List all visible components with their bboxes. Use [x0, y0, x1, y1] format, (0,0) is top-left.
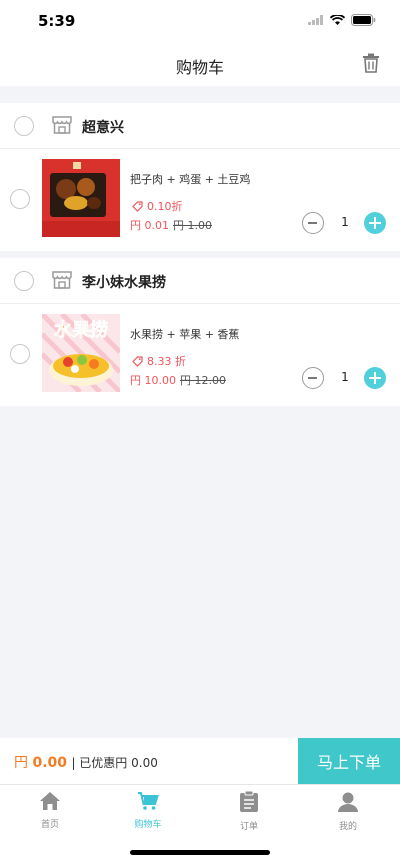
page-title: 购物车	[175, 58, 224, 77]
discount-badge: 0.10折	[132, 198, 183, 214]
shop-card: 超意兴 把子肉 + 鸡蛋 + 土豆鸡 0.10折 円 0.01 円 1.00 1	[0, 103, 400, 251]
signal-icon	[308, 15, 323, 25]
quantity-value: 1	[341, 370, 349, 384]
tab-label: 首页	[40, 820, 59, 830]
shop-select-radio[interactable]	[14, 116, 34, 136]
product-image-text: 水果捞	[54, 319, 108, 341]
order-icon	[240, 790, 258, 812]
item-title: 把子肉 + 鸡蛋 + 土豆鸡	[130, 173, 251, 186]
increase-quantity-button[interactable]	[364, 367, 386, 389]
place-order-button[interactable]: 马上下单	[298, 738, 400, 784]
shop-card: 李小妹水果捞 水果捞 水果捞 + 苹果 + 香蕉 8.33 折 円 10.00 …	[0, 258, 400, 406]
trash-icon[interactable]	[362, 53, 380, 73]
shop-name: 超意兴	[82, 120, 124, 136]
item-select-radio[interactable]	[10, 189, 30, 209]
tab-label: 购物车	[134, 820, 162, 830]
nav-bar: 购物车	[0, 44, 400, 86]
store-icon	[52, 271, 72, 289]
shop-header: 李小妹水果捞	[0, 258, 400, 304]
product-image[interactable]: 水果捞	[42, 314, 120, 392]
current-price: 円 10.00	[130, 374, 176, 387]
product-image[interactable]	[42, 159, 120, 237]
phone-screen: 5:39 购物车 超意兴 把子肉 + 鸡蛋 + 土豆鸡 0.10折 円 0.01…	[0, 0, 400, 864]
quantity-value: 1	[341, 215, 349, 229]
cart-item: 水果捞 水果捞 + 苹果 + 香蕉 8.33 折 円 10.00 円 12.00…	[0, 304, 400, 406]
original-price: 円 1.00	[173, 219, 212, 232]
tab-orders[interactable]: 订单	[219, 790, 279, 832]
decrease-quantity-button[interactable]	[302, 367, 324, 389]
saved-amount: | 已优惠円 0.00	[71, 756, 158, 770]
total-summary: 円 0.00 | 已优惠円 0.00	[14, 752, 158, 772]
wifi-icon	[330, 14, 345, 25]
shop-name: 李小妹水果捞	[82, 275, 166, 291]
increase-quantity-button[interactable]	[364, 212, 386, 234]
price-line: 円 10.00 円 12.00	[130, 372, 226, 388]
status-icons	[308, 14, 376, 26]
status-time: 5:39	[38, 12, 76, 30]
shop-select-radio[interactable]	[14, 271, 34, 291]
home-icon	[40, 792, 60, 810]
cart-item: 把子肉 + 鸡蛋 + 土豆鸡 0.10折 円 0.01 円 1.00 1	[0, 149, 400, 251]
discount-text: 8.33 折	[147, 355, 186, 368]
item-title: 水果捞 + 苹果 + 香蕉	[130, 328, 240, 341]
discount-tag-icon	[132, 200, 143, 212]
discount-text: 0.10折	[147, 200, 183, 213]
tab-profile[interactable]: 我的	[318, 791, 378, 832]
original-price: 円 12.00	[180, 374, 226, 387]
shop-header: 超意兴	[0, 103, 400, 149]
tab-cart[interactable]: 购物车	[118, 791, 178, 830]
tab-label: 订单	[239, 822, 258, 832]
store-icon	[52, 116, 72, 134]
tab-home[interactable]: 首页	[20, 791, 80, 830]
total-currency: 円	[14, 755, 28, 771]
cart-icon	[138, 792, 159, 810]
total-amount: 0.00	[32, 755, 67, 771]
current-price: 円 0.01	[130, 219, 169, 232]
status-bar: 5:39	[0, 0, 400, 44]
discount-tag-icon	[132, 355, 143, 367]
tab-label: 我的	[338, 822, 357, 832]
checkout-bar: 円 0.00 | 已优惠円 0.00 马上下单	[0, 738, 400, 784]
user-icon	[338, 792, 358, 812]
home-indicator	[130, 850, 270, 855]
battery-icon	[351, 14, 376, 26]
decrease-quantity-button[interactable]	[302, 212, 324, 234]
price-line: 円 0.01 円 1.00	[130, 217, 212, 233]
discount-badge: 8.33 折	[132, 353, 186, 369]
item-select-radio[interactable]	[10, 344, 30, 364]
